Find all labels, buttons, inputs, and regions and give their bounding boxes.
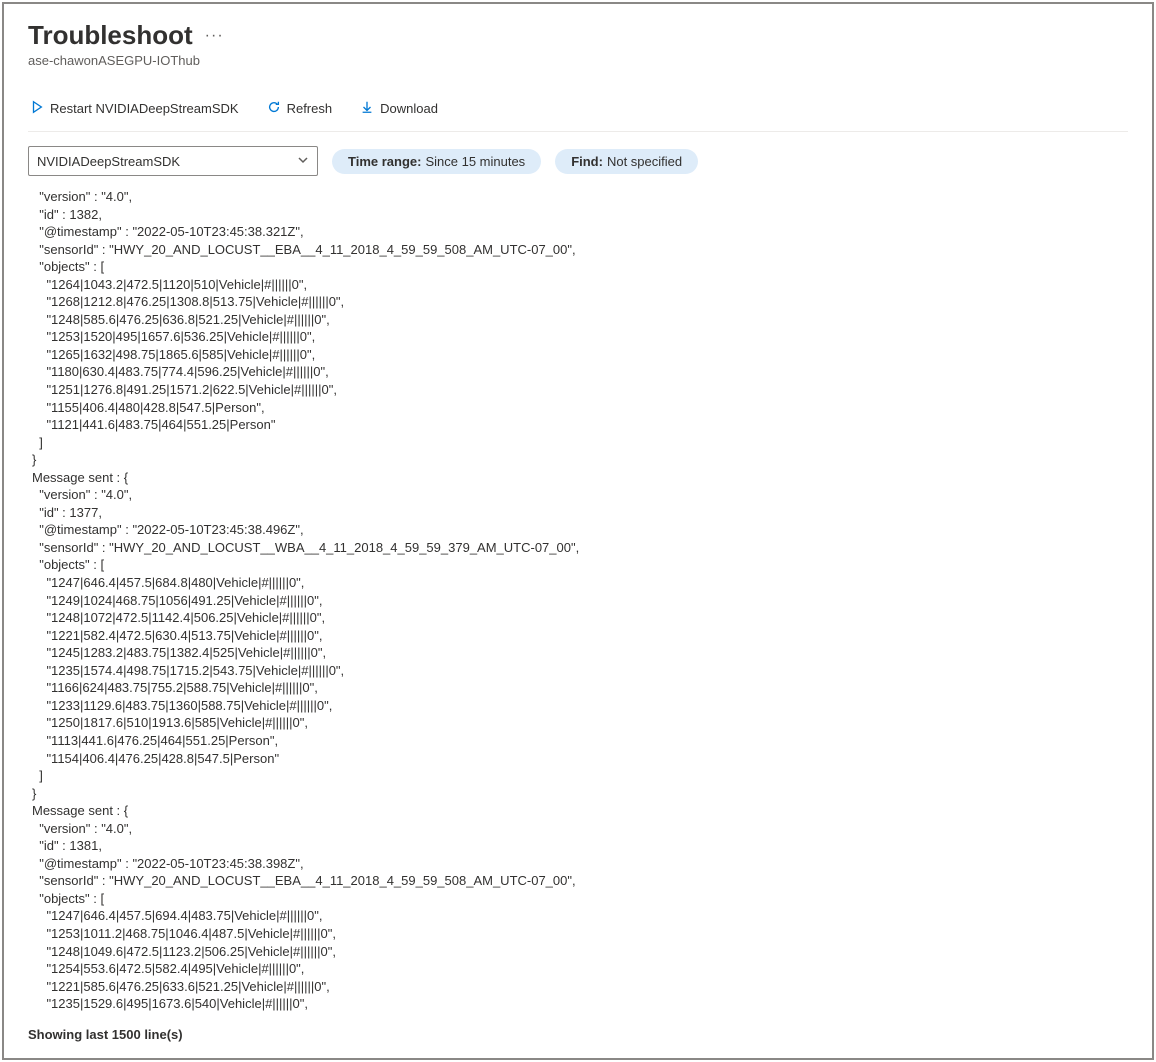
time-range-value: Since 15 minutes xyxy=(425,154,525,169)
play-icon xyxy=(30,100,44,117)
log-output[interactable]: "version" : "4.0", "id" : 1382, "@timest… xyxy=(28,188,1128,1013)
time-range-label: Time range: xyxy=(348,154,421,169)
header-row: Troubleshoot ··· xyxy=(28,20,1128,51)
filter-row: NVIDIADeepStreamSDK Time range: Since 15… xyxy=(28,146,1128,176)
refresh-label: Refresh xyxy=(287,101,333,116)
find-label: Find: xyxy=(571,154,603,169)
restart-label: Restart NVIDIADeepStreamSDK xyxy=(50,101,239,116)
find-value: Not specified xyxy=(607,154,682,169)
troubleshoot-panel: Troubleshoot ··· ase-chawonASEGPU-IOThub… xyxy=(2,2,1154,1060)
refresh-button[interactable]: Refresh xyxy=(265,96,335,121)
module-select-value: NVIDIADeepStreamSDK xyxy=(37,154,180,169)
chevron-down-icon xyxy=(297,154,309,169)
more-icon[interactable]: ··· xyxy=(205,27,224,45)
refresh-icon xyxy=(267,100,281,117)
command-bar: Restart NVIDIADeepStreamSDK Refresh Down… xyxy=(28,96,1128,132)
lines-footer: Showing last 1500 line(s) xyxy=(28,1027,1128,1042)
find-pill[interactable]: Find: Not specified xyxy=(555,149,698,174)
restart-button[interactable]: Restart NVIDIADeepStreamSDK xyxy=(28,96,241,121)
module-select[interactable]: NVIDIADeepStreamSDK xyxy=(28,146,318,176)
download-icon xyxy=(360,100,374,117)
time-range-pill[interactable]: Time range: Since 15 minutes xyxy=(332,149,541,174)
download-label: Download xyxy=(380,101,438,116)
download-button[interactable]: Download xyxy=(358,96,440,121)
page-title: Troubleshoot xyxy=(28,20,193,51)
resource-subtitle: ase-chawonASEGPU-IOThub xyxy=(28,53,1128,68)
